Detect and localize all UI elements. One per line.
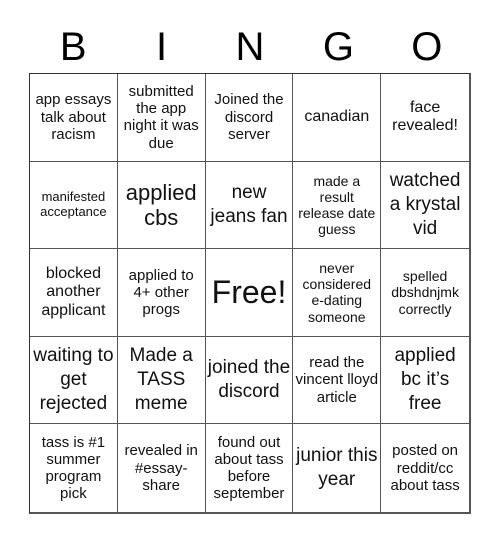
bingo-cell[interactable]: read the vincent lloyd article	[293, 336, 382, 425]
bingo-cell[interactable]: applied cbs	[117, 161, 206, 250]
bingo-cell[interactable]: applied bc it’s free	[381, 337, 469, 425]
bingo-cell[interactable]: blocked another applicant	[30, 249, 118, 337]
header-letter-o: O	[411, 25, 443, 69]
bingo-cell[interactable]: face revealed!	[381, 74, 469, 162]
bingo-cell[interactable]: Joined the discord server	[205, 74, 294, 162]
bingo-cell[interactable]: made a result release date guess	[293, 161, 382, 250]
bingo-cell[interactable]: manifested acceptance	[30, 161, 118, 250]
header-letter-i: I	[156, 25, 168, 69]
bingo-cell[interactable]: waiting to get rejected	[30, 336, 118, 425]
bingo-board: app essays talk about racism submitted t…	[29, 73, 471, 514]
bingo-cell[interactable]: watched a krystal vid	[381, 162, 469, 250]
bingo-cell[interactable]: joined the discord	[205, 336, 294, 425]
header-letter-g: G	[322, 25, 354, 69]
bingo-header: B I N G O	[29, 22, 471, 72]
bingo-cell[interactable]: submitted the app night it was due	[117, 74, 206, 162]
bingo-cell[interactable]: app essays talk about racism	[30, 74, 118, 162]
bingo-cell[interactable]: new jeans fan	[205, 161, 294, 250]
header-letter-n: N	[235, 25, 265, 69]
bingo-cell[interactable]: Made a TASS meme	[117, 336, 206, 425]
bingo-cell[interactable]: found out about tass before september	[206, 424, 294, 512]
bingo-cell[interactable]: never considered e-dating someone	[293, 249, 382, 337]
bingo-cell[interactable]: junior this year	[293, 424, 382, 512]
bingo-cell[interactable]: canadian	[293, 74, 382, 162]
bingo-cell[interactable]: spelled dbshdnjmk correctly	[381, 249, 469, 337]
bingo-cell[interactable]: applied to 4+ other progs	[117, 249, 206, 337]
header-letter-b: B	[59, 25, 87, 69]
bingo-cell[interactable]: revealed in #essay-share	[118, 424, 206, 512]
bingo-cell[interactable]: posted on reddit/cc about tass	[381, 424, 469, 512]
bingo-cell[interactable]: tass is #1 summer program pick	[30, 424, 118, 512]
free-space-cell[interactable]: Free!	[205, 249, 294, 337]
